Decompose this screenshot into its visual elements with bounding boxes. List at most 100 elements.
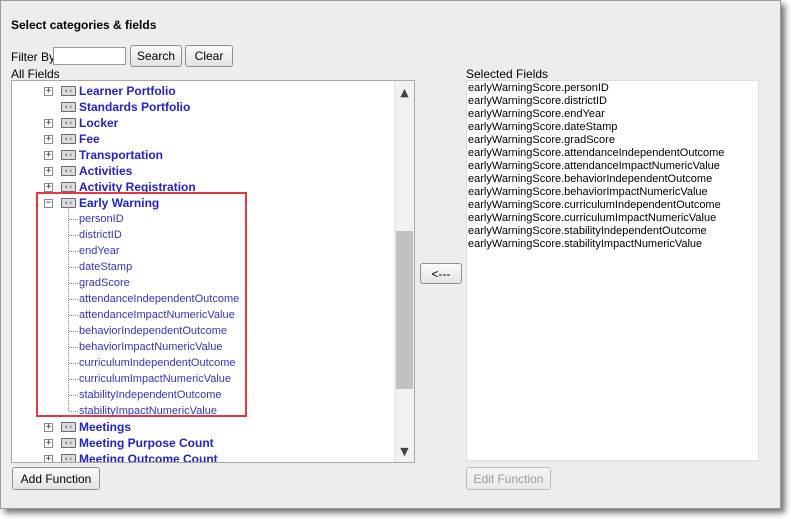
tree-field-item[interactable]: dateStamp: [12, 259, 392, 275]
chevron-down-icon[interactable]: ▼: [395, 443, 414, 461]
tree-category-label[interactable]: Standards Portfolio: [79, 99, 190, 115]
tree-field-label[interactable]: personID: [79, 211, 124, 227]
selected-field-item[interactable]: earlyWarningScore.endYear: [468, 108, 605, 121]
plus-expander-icon[interactable]: +: [44, 183, 53, 192]
tree-field-label[interactable]: endYear: [79, 243, 120, 259]
tree-connector: [69, 235, 78, 236]
tree-field-label[interactable]: stabilityIndependentOutcome: [79, 387, 221, 403]
tree-category[interactable]: + ‹› Transportation: [12, 147, 392, 163]
tree-field-item[interactable]: personID: [12, 211, 392, 227]
category-node-icon: ‹›: [61, 454, 76, 462]
tree-field-label[interactable]: districtID: [79, 227, 122, 243]
move-left-button[interactable]: <---: [420, 263, 462, 284]
tree-category[interactable]: ‹› Standards Portfolio: [12, 99, 392, 115]
selected-field-item[interactable]: earlyWarningScore.districtID: [468, 95, 607, 108]
clear-button[interactable]: Clear: [185, 45, 233, 67]
tree-category[interactable]: + ‹› Locker: [12, 115, 392, 131]
tree-connector: [69, 283, 78, 284]
tree-connector: [69, 315, 78, 316]
tree-category-label[interactable]: Locker: [79, 115, 118, 131]
tree-category[interactable]: + ‹› Learner Portfolio: [12, 83, 392, 99]
selected-field-item[interactable]: earlyWarningScore.dateStamp: [468, 121, 617, 134]
tree-field-item[interactable]: curriculumImpactNumericValue: [12, 371, 392, 387]
minus-expander-icon[interactable]: −: [44, 199, 53, 208]
tree-category[interactable]: + ‹› Meetings: [12, 419, 392, 435]
tree-category-label[interactable]: Meeting Outcome Count: [79, 451, 218, 462]
tree-field-item[interactable]: behaviorImpactNumericValue: [12, 339, 392, 355]
tree-connector: [69, 347, 78, 348]
tree-field-item[interactable]: behaviorIndependentOutcome: [12, 323, 392, 339]
chevron-up-icon[interactable]: ▲: [395, 84, 414, 102]
tree-field-label[interactable]: behaviorImpactNumericValue: [79, 339, 222, 355]
tree-category[interactable]: + ‹› Activities: [12, 163, 392, 179]
selected-field-item[interactable]: earlyWarningScore.behaviorImpactNumericV…: [468, 186, 708, 199]
tree-category[interactable]: + ‹› Fee: [12, 131, 392, 147]
tree-category[interactable]: + ‹› Activity Registration: [12, 179, 392, 195]
tree-connector: [69, 251, 78, 252]
all-fields-label: All Fields: [11, 67, 60, 81]
tree-connector: [69, 219, 78, 220]
tree-field-item[interactable]: attendanceImpactNumericValue: [12, 307, 392, 323]
tree-field-label[interactable]: curriculumImpactNumericValue: [79, 371, 231, 387]
edit-function-button[interactable]: Edit Function: [466, 467, 551, 490]
tree-category-label[interactable]: Transportation: [79, 147, 163, 163]
category-node-icon: ‹›: [61, 166, 76, 176]
category-node-icon: ‹›: [61, 438, 76, 448]
plus-expander-icon[interactable]: +: [44, 423, 53, 432]
tree-category-label[interactable]: Activities: [79, 163, 132, 179]
category-node-icon: ‹›: [61, 102, 76, 112]
selected-field-item[interactable]: earlyWarningScore.behaviorIndependentOut…: [468, 173, 712, 186]
tree-category-label[interactable]: Learner Portfolio: [79, 83, 176, 99]
category-node-icon: ‹›: [61, 118, 76, 128]
tree-category-label[interactable]: Fee: [79, 131, 100, 147]
tree-field-item[interactable]: gradScore: [12, 275, 392, 291]
tree-field-label[interactable]: attendanceIndependentOutcome: [79, 291, 239, 307]
tree-category-label[interactable]: Activity Registration: [79, 179, 196, 195]
tree-field-label[interactable]: curriculumIndependentOutcome: [79, 355, 236, 371]
tree-field-label[interactable]: behaviorIndependentOutcome: [79, 323, 227, 339]
selected-field-item[interactable]: earlyWarningScore.personID: [468, 82, 609, 95]
all-fields-tree[interactable]: ▲ ▼ + ‹› Learner Portfolio ‹› Standards Port…: [11, 80, 415, 463]
search-button[interactable]: Search: [130, 45, 182, 67]
tree-connector: [69, 379, 78, 380]
tree-category-label[interactable]: Early Warning: [79, 195, 159, 211]
plus-expander-icon[interactable]: +: [44, 167, 53, 176]
selected-field-item[interactable]: earlyWarningScore.curriculumIndependentO…: [468, 199, 721, 212]
tree-field-label[interactable]: dateStamp: [79, 259, 132, 275]
plus-expander-icon[interactable]: +: [44, 119, 53, 128]
tree-field-item[interactable]: stabilityImpactNumericValue: [12, 403, 392, 419]
plus-expander-icon[interactable]: +: [44, 135, 53, 144]
tree-field-label[interactable]: attendanceImpactNumericValue: [79, 307, 235, 323]
filter-input[interactable]: [53, 47, 126, 65]
plus-expander-icon[interactable]: +: [44, 439, 53, 448]
tree-field-item[interactable]: stabilityIndependentOutcome: [12, 387, 392, 403]
selected-field-item[interactable]: earlyWarningScore.stabilityImpactNumeric…: [468, 238, 702, 251]
tree-field-item[interactable]: districtID: [12, 227, 392, 243]
tree-field-item[interactable]: curriculumIndependentOutcome: [12, 355, 392, 371]
selected-fields-list[interactable]: earlyWarningScore.personID earlyWarningSc…: [466, 80, 759, 461]
tree-field-label[interactable]: gradScore: [79, 275, 130, 291]
tree-category-label[interactable]: Meeting Purpose Count: [79, 435, 214, 451]
tree-field-item[interactable]: endYear: [12, 243, 392, 259]
selected-field-item[interactable]: earlyWarningScore.curriculumImpactNumeri…: [468, 212, 716, 225]
plus-expander-icon[interactable]: +: [44, 455, 53, 462]
tree-field-label[interactable]: stabilityImpactNumericValue: [79, 403, 217, 419]
tree-category[interactable]: − ‹› Early Warning: [12, 195, 392, 211]
scrollbar-thumb[interactable]: [396, 231, 413, 389]
selected-field-item[interactable]: earlyWarningScore.gradScore: [468, 134, 615, 147]
plus-expander-icon[interactable]: +: [44, 87, 53, 96]
tree-field-item[interactable]: attendanceIndependentOutcome: [12, 291, 392, 307]
selected-field-item[interactable]: earlyWarningScore.stabilityIndependentOu…: [468, 225, 707, 238]
selected-fields-label: Selected Fields: [466, 67, 549, 81]
selected-field-item[interactable]: earlyWarningScore.attendanceIndependentO…: [468, 147, 724, 160]
select-categories-dialog: Select categories & fields Filter By Sea…: [0, 0, 781, 509]
filter-label: Filter By: [11, 50, 56, 64]
tree-connector: [69, 363, 78, 364]
tree-scrollbar[interactable]: ▲ ▼: [394, 81, 414, 462]
add-function-button[interactable]: Add Function: [12, 467, 100, 490]
tree-category[interactable]: + ‹› Meeting Purpose Count: [12, 435, 392, 451]
tree-category[interactable]: + ‹› Meeting Outcome Count: [12, 451, 392, 462]
plus-expander-icon[interactable]: +: [44, 151, 53, 160]
selected-field-item[interactable]: earlyWarningScore.attendanceImpactNumeri…: [468, 160, 720, 173]
tree-category-label[interactable]: Meetings: [79, 419, 131, 435]
